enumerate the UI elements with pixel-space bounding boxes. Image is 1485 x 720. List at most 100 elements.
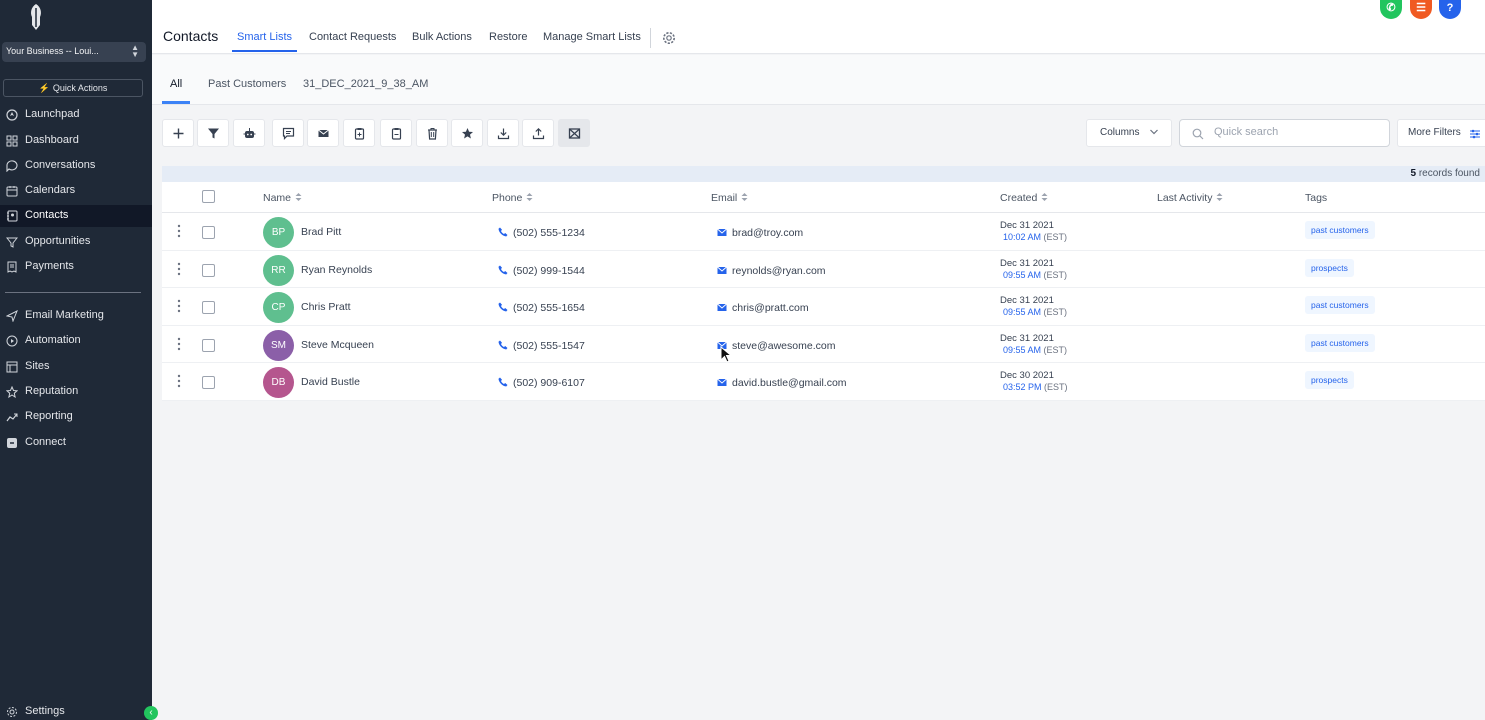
phone-icon xyxy=(498,377,508,387)
sidebar-item-label: Automation xyxy=(25,334,81,346)
tab-contact-requests[interactable]: Contact Requests xyxy=(309,31,396,43)
gear-icon[interactable] xyxy=(662,31,676,45)
tab-manage-smart-lists[interactable]: Manage Smart Lists xyxy=(543,31,641,43)
send-email-button[interactable] xyxy=(307,119,339,147)
task-list-button[interactable]: ☰ xyxy=(1410,0,1432,19)
sliders-icon xyxy=(1470,129,1480,139)
contact-phone[interactable]: (502) 999-1544 xyxy=(513,265,585,277)
row-checkbox[interactable] xyxy=(202,376,215,389)
kebab-menu-icon[interactable] xyxy=(177,299,181,313)
collapse-sidebar-chevron-icon[interactable]: ‹ xyxy=(144,706,158,720)
rocket-icon xyxy=(6,109,18,121)
sidebar-item-launchpad[interactable]: Launchpad xyxy=(0,104,152,126)
tag-badge: past customers xyxy=(1305,221,1375,239)
column-header-last-activity[interactable]: Last Activity xyxy=(1157,192,1223,204)
help-button[interactable]: ? xyxy=(1439,0,1461,19)
quick-actions-button[interactable]: ⚡ Quick Actions xyxy=(3,79,143,97)
sidebar-item-calendars[interactable]: Calendars xyxy=(0,180,152,202)
add-tag-button[interactable] xyxy=(343,119,375,147)
page-title: Contacts xyxy=(163,28,219,44)
contact-phone[interactable]: (502) 555-1234 xyxy=(513,227,585,239)
column-header-tags: Tags xyxy=(1305,192,1328,204)
column-header-email[interactable]: Email xyxy=(711,192,748,204)
contact-phone[interactable]: (502) 909-6107 xyxy=(513,377,585,389)
sidebar-item-dashboard[interactable]: Dashboard xyxy=(0,130,152,152)
subtab-all[interactable]: All xyxy=(161,78,191,104)
column-header-label: Created xyxy=(1000,192,1038,204)
tab-restore[interactable]: Restore xyxy=(489,31,528,43)
search-icon xyxy=(1192,128,1204,140)
column-header-name[interactable]: Name xyxy=(263,192,302,204)
sidebar-item-label: Connect xyxy=(25,436,66,448)
merge-icon xyxy=(568,128,581,139)
remove-tag-button[interactable] xyxy=(380,119,412,147)
kebab-menu-icon[interactable] xyxy=(177,224,181,238)
table-row[interactable]: DB David Bustle (502) 909-6107 david.bustle… xyxy=(162,363,1485,401)
contact-name[interactable]: David Bustle xyxy=(301,376,360,388)
sidebar-item-reporting[interactable]: Reporting xyxy=(0,406,152,428)
phone-call-button[interactable]: ✆ xyxy=(1380,0,1402,19)
filter-button[interactable] xyxy=(197,119,229,147)
sidebar-item-conversations[interactable]: Conversations xyxy=(0,155,152,177)
import-button[interactable] xyxy=(487,119,519,147)
kebab-menu-icon[interactable] xyxy=(177,374,181,388)
filter-icon xyxy=(208,128,219,139)
kebab-menu-icon[interactable] xyxy=(177,262,181,276)
subtab-past-customers[interactable]: Past Customers xyxy=(208,78,286,90)
more-filters-button[interactable]: More Filters xyxy=(1397,119,1485,147)
sort-icon xyxy=(295,193,302,201)
updown-chevron-icon: ▲ ▼ xyxy=(131,43,139,59)
row-checkbox[interactable] xyxy=(202,338,215,352)
contact-email[interactable]: brad@troy.com xyxy=(732,227,803,239)
sidebar-item-label: Contacts xyxy=(25,209,69,221)
add-contact-button[interactable] xyxy=(162,119,194,147)
columns-dropdown[interactable]: Columns xyxy=(1086,119,1172,147)
columns-label: Columns xyxy=(1100,127,1140,138)
review-request-button[interactable] xyxy=(451,119,483,147)
row-checkbox[interactable] xyxy=(202,301,215,314)
merge-button[interactable] xyxy=(558,119,590,147)
table-row[interactable]: BP Brad Pitt (502) 555-1234 brad@troy.com De… xyxy=(162,213,1485,251)
kebab-menu-icon[interactable] xyxy=(177,337,181,351)
contact-email[interactable]: david.bustle@gmail.com xyxy=(732,377,847,389)
delete-button[interactable] xyxy=(416,119,448,147)
send-sms-button[interactable] xyxy=(272,119,304,147)
contact-email[interactable]: reynolds@ryan.com xyxy=(732,265,826,277)
sidebar-item-settings[interactable]: Settings xyxy=(0,701,152,720)
tab-smart-lists[interactable]: Smart Lists xyxy=(231,31,298,52)
sidebar-item-contacts[interactable]: Contacts xyxy=(0,205,152,227)
phone-icon xyxy=(498,340,508,349)
sidebar-item-email-marketing[interactable]: Email Marketing xyxy=(0,305,152,327)
export-button[interactable] xyxy=(522,119,554,147)
column-header-phone[interactable]: Phone xyxy=(492,192,533,204)
table-row[interactable]: RR Ryan Reynolds (502) 999-1544 reynolds@ry… xyxy=(162,251,1485,288)
subtab-31-dec-2021[interactable]: 31_DEC_2021_9_38_AM xyxy=(303,78,428,90)
contact-name[interactable]: Chris Pratt xyxy=(301,301,351,313)
sidebar-item-reputation[interactable]: Reputation xyxy=(0,381,152,403)
contact-phone[interactable]: (502) 555-1547 xyxy=(513,340,585,352)
sidebar-item-payments[interactable]: Payments xyxy=(0,256,152,278)
contact-name[interactable]: Ryan Reynolds xyxy=(301,264,372,276)
contact-email[interactable]: chris@pratt.com xyxy=(732,302,809,314)
table-row[interactable]: CP Chris Pratt (502) 555-1654 chris@pratt.c… xyxy=(162,288,1485,326)
automation-bot-button[interactable] xyxy=(233,119,265,147)
column-header-created[interactable]: Created xyxy=(1000,192,1048,204)
table-row[interactable]: SM Steve Mcqueen (502) 555-1547 steve@aweso… xyxy=(162,326,1485,363)
row-checkbox[interactable] xyxy=(202,263,215,277)
tab-bulk-actions[interactable]: Bulk Actions xyxy=(412,31,472,43)
contact-phone[interactable]: (502) 555-1654 xyxy=(513,302,585,314)
row-checkbox[interactable] xyxy=(202,226,215,239)
business-switcher[interactable]: Your Business -- Loui... ▲ ▼ xyxy=(2,42,146,62)
contact-email[interactable]: steve@awesome.com xyxy=(732,340,835,352)
contact-name[interactable]: Brad Pitt xyxy=(301,226,341,238)
sidebar-item-automation[interactable]: Automation xyxy=(0,330,152,352)
column-header-label: Name xyxy=(263,192,292,204)
sidebar-item-sites[interactable]: Sites xyxy=(0,356,152,378)
sidebar-item-label: Payments xyxy=(25,260,74,272)
select-all-checkbox[interactable] xyxy=(202,190,215,203)
created-time: 09:55 AM (EST) xyxy=(1003,270,1067,280)
sidebar-item-opportunities[interactable]: Opportunities xyxy=(0,231,152,253)
search-input[interactable] xyxy=(1214,126,1384,138)
contact-name[interactable]: Steve Mcqueen xyxy=(301,339,374,351)
sidebar-item-connect[interactable]: Connect xyxy=(0,432,152,454)
